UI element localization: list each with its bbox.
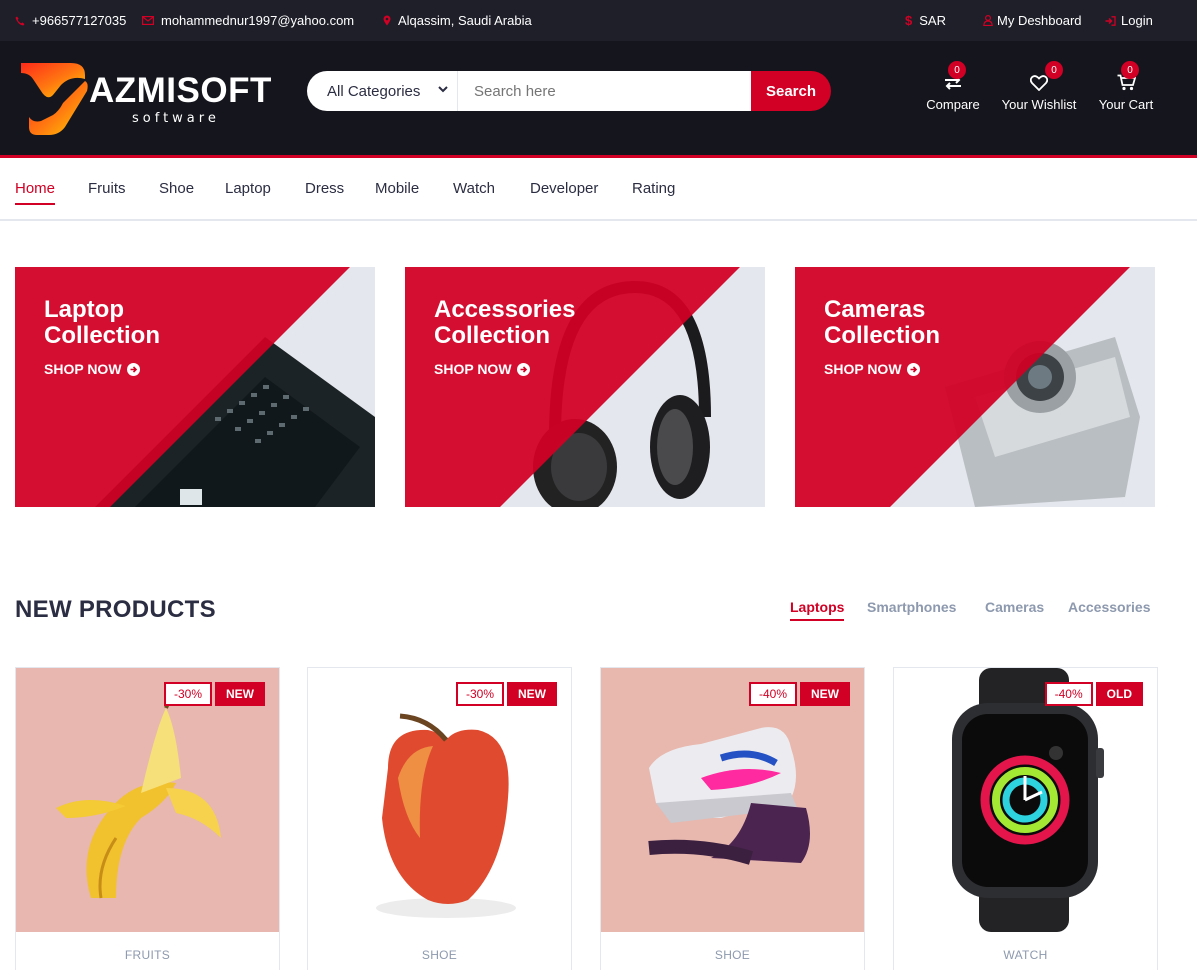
- status-badge: NEW: [507, 682, 557, 706]
- wishlist-count-badge: 0: [1045, 61, 1063, 79]
- product-category: FRUITS: [124, 948, 171, 962]
- dashboard-link[interactable]: My Deshboard: [983, 13, 1082, 28]
- product-labels: -40% NEW: [748, 682, 850, 706]
- compare-link[interactable]: 0 Compare: [924, 61, 982, 112]
- email-text: mohammednur1997@yahoo.com: [161, 13, 355, 28]
- collection-title: Cameras Collection: [824, 296, 941, 349]
- product-card[interactable]: -30% NEW SHOE: [307, 667, 572, 970]
- compare-count-badge: 0: [948, 61, 966, 79]
- cart-label: Your Cart: [1098, 97, 1154, 112]
- cart-count-badge: 0: [1121, 61, 1139, 79]
- map-marker-icon: [383, 15, 391, 26]
- product-card[interactable]: -30% NEW FRUITS: [15, 667, 280, 970]
- status-badge: NEW: [800, 682, 850, 706]
- product-labels: -30% NEW: [163, 682, 265, 706]
- search-input[interactable]: [458, 71, 751, 111]
- product-labels: -40% OLD: [1044, 682, 1143, 706]
- phone-icon: [15, 16, 25, 25]
- logo-wordmark: AZMISOFT: [89, 71, 272, 110]
- currency-link[interactable]: $ SAR: [905, 13, 946, 28]
- arrow-circle-right-icon: [906, 362, 920, 376]
- login-link[interactable]: Login: [1105, 13, 1153, 28]
- collection-card-cameras[interactable]: Cameras Collection SHOP NOW: [795, 267, 1155, 507]
- phone-text: +966577127035: [32, 13, 127, 28]
- location-link[interactable]: Alqassim, Saudi Arabia: [383, 13, 532, 28]
- shop-now-label: SHOP NOW: [44, 361, 122, 377]
- search-form: All Categories Search: [307, 71, 831, 111]
- user-icon: [983, 15, 993, 26]
- dashboard-text: My Deshboard: [997, 13, 1082, 28]
- tab-smartphones[interactable]: Smartphones: [867, 599, 956, 615]
- nav-item-mobile[interactable]: Mobile: [375, 180, 419, 197]
- dollar-icon: $: [905, 13, 913, 28]
- login-text: Login: [1121, 13, 1153, 28]
- nav-item-developer[interactable]: Developer: [530, 180, 598, 197]
- wishlist-link[interactable]: 0 Your Wishlist: [999, 61, 1079, 112]
- arrow-circle-right-icon: [516, 362, 530, 376]
- arrow-circle-right-icon: [126, 362, 140, 376]
- compare-label: Compare: [926, 97, 980, 112]
- collection-card-accessories[interactable]: Accessories Collection SHOP NOW: [405, 267, 765, 507]
- status-badge: NEW: [215, 682, 265, 706]
- heart-icon: [1030, 75, 1048, 91]
- wishlist-label: Your Wishlist: [1001, 97, 1077, 112]
- category-select[interactable]: All Categories: [307, 71, 458, 111]
- logo-subtitle: software: [132, 111, 220, 126]
- email-link[interactable]: mohammednur1997@yahoo.com: [142, 13, 354, 28]
- logo[interactable]: AZMISOFT software: [19, 61, 271, 137]
- main-header: AZMISOFT software All Categories Search …: [0, 41, 1197, 155]
- search-button[interactable]: Search: [751, 71, 831, 111]
- shop-now-label: SHOP NOW: [434, 361, 512, 377]
- discount-badge: -40%: [748, 682, 797, 706]
- chevron-down-icon: [438, 86, 448, 93]
- nav-item-fruits[interactable]: Fruits: [88, 180, 126, 197]
- phone-link[interactable]: +966577127035: [15, 13, 126, 28]
- cart-link[interactable]: 0 Your Cart: [1097, 61, 1155, 112]
- sneaker-image: [601, 668, 864, 932]
- collection-title: Accessories Collection: [434, 296, 576, 349]
- top-bar: +966577127035 mohammednur1997@yahoo.com …: [0, 0, 1197, 41]
- nav-item-home[interactable]: Home: [15, 180, 56, 205]
- section-title: NEW PRODUCTS: [15, 596, 216, 623]
- shop-now-label: SHOP NOW: [824, 361, 902, 377]
- smartwatch-image: [894, 668, 1157, 932]
- nav-item-rating[interactable]: Rating: [632, 180, 675, 197]
- product-category: SHOE: [714, 948, 751, 962]
- nav-item-dress[interactable]: Dress: [305, 180, 344, 197]
- location-text: Alqassim, Saudi Arabia: [398, 13, 532, 28]
- collection-title: Laptop Collection: [44, 296, 161, 349]
- tab-accessories[interactable]: Accessories: [1068, 599, 1151, 615]
- product-labels: -30% NEW: [455, 682, 557, 706]
- shop-now-link[interactable]: SHOP NOW: [434, 361, 530, 377]
- tab-laptops[interactable]: Laptops: [790, 599, 845, 621]
- shop-now-link[interactable]: SHOP NOW: [824, 361, 920, 377]
- product-category: SHOE: [421, 948, 458, 962]
- tab-cameras[interactable]: Cameras: [985, 599, 1044, 615]
- discount-badge: -30%: [163, 682, 212, 706]
- product-category: WATCH: [1003, 948, 1048, 962]
- product-card[interactable]: -40% OLD WATCH: [893, 667, 1158, 970]
- status-badge: OLD: [1095, 682, 1143, 706]
- envelope-icon: [142, 16, 154, 25]
- nav-item-watch[interactable]: Watch: [453, 180, 495, 197]
- shop-now-link[interactable]: SHOP NOW: [44, 361, 140, 377]
- main-navigation: Home Fruits Shoe Laptop Dress Mobile Wat…: [0, 158, 1197, 221]
- nav-item-laptop[interactable]: Laptop: [225, 180, 271, 197]
- category-select-value: All Categories: [327, 82, 421, 100]
- logo-mark: [21, 63, 88, 135]
- sign-in-icon: [1105, 15, 1116, 26]
- discount-badge: -40%: [1044, 682, 1093, 706]
- discount-badge: -30%: [455, 682, 504, 706]
- currency-text: SAR: [919, 13, 946, 28]
- product-card[interactable]: -40% NEW SHOE: [600, 667, 865, 970]
- collection-card-laptop[interactable]: Laptop Collection SHOP NOW: [15, 267, 375, 507]
- apple-image: [308, 668, 571, 932]
- nav-item-shoe[interactable]: Shoe: [159, 180, 194, 197]
- banana-image: [16, 668, 279, 932]
